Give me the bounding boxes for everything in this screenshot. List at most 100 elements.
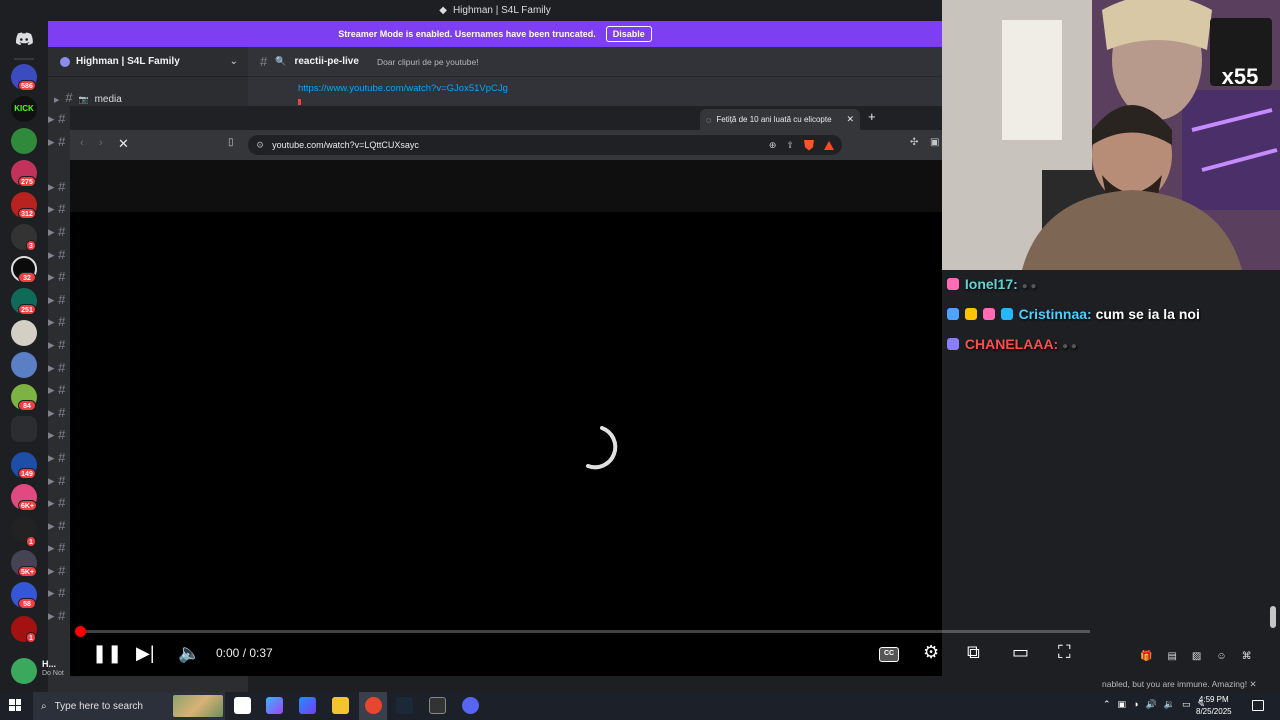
user-status: Do Not [42,670,64,677]
settings-icon[interactable]: ⚙ [923,642,939,663]
network-icon[interactable]: ▭ [1182,699,1191,710]
extensions-icon[interactable]: ✣ [910,137,918,148]
search-placeholder: Type here to search [54,700,143,712]
task-view-icon[interactable] [234,697,251,714]
back-icon[interactable]: ‹ [80,137,84,149]
user-panel[interactable]: H... Do Not [8,655,68,685]
mention-badge: 586 [18,80,36,91]
message-link[interactable]: https://www.youtube.com/watch?v=GJox51Vp… [298,83,508,94]
windows-taskbar: ⌕ Type here to search ⌃ ▣ ◑ 🔊 🔉 ▭ ✎ 4:59… [0,692,1280,720]
disable-streamer-mode-button[interactable]: Disable [605,26,652,42]
mention-badge: 3 [26,240,36,251]
address-bar[interactable]: ⚙ youtube.com/watch?v=LQttCUXsayc ⊕ ⇪ [248,135,842,155]
immune-notice: nabled, but you are immune. Amazing! ✕ [1102,679,1257,690]
chat-emote-icon: ● ● [1062,341,1077,352]
taskbar-search[interactable]: ⌕ Type here to search [33,692,225,720]
discord-taskbar-icon[interactable] [462,697,479,714]
brave-browser-icon[interactable] [365,697,382,714]
app-icon[interactable] [429,697,446,714]
chat-username: Ionel17: [964,276,1018,292]
copilot-icon[interactable] [266,697,283,714]
webcam-feed: x55 [942,0,1280,270]
gift-icon[interactable]: 🎁 [1140,651,1152,662]
chevron-up-icon[interactable]: ⌃ [1103,699,1111,710]
cube-badge-icon [1000,308,1013,320]
streamer-mode-text: Streamer Mode is enabled. Usernames have… [338,29,596,39]
notifications-icon[interactable] [1252,700,1264,711]
chat-scrollbar[interactable] [1270,606,1276,628]
brave-shields-icon[interactable] [804,139,814,151]
server-icon[interactable] [11,320,37,346]
mention-badge: 149 [18,468,36,479]
server-name: Highman | S4L Family [76,56,180,67]
discord-home-icon[interactable] [11,26,37,52]
clock-date: 8/25/2025 [1196,707,1232,716]
pause-icon[interactable]: ❚❚ [92,643,122,664]
url-text: youtube.com/watch?v=LQttCUXsayc [272,140,419,150]
browser-toolbar: ‹ › ✕ ▯ ⚙ youtube.com/watch?v=LQttCUXsay… [70,130,942,160]
sub-count: x55 [1222,64,1259,89]
share-icon[interactable]: ⇪ [786,140,794,151]
file-explorer-icon[interactable] [332,697,349,714]
app-icon[interactable] [299,697,316,714]
mention-badge: 5K+ [18,566,38,577]
stop-loading-icon[interactable]: ✕ [118,136,129,152]
clock-time: 4:59 PM [1198,695,1229,704]
channel-header: # 🔍 reactii-pe-live Doar clipuri de pe y… [248,47,942,77]
forward-icon[interactable]: › [99,137,103,149]
volume-icon[interactable]: 🔊 [1146,699,1157,710]
mention-badge: 251 [18,304,36,315]
browser-tab[interactable]: ◌ Fetiță de 10 ani luată cu elicopte ✕ [700,109,860,130]
chat-toolbar: 🎁 ▤ ▨ ☺ ⌘ [1140,651,1252,662]
speaker-icon[interactable]: 🔉 [1164,699,1175,710]
steam-icon[interactable] [396,697,413,714]
bookmark-icon[interactable]: ▯ [228,137,234,148]
volume-icon[interactable]: 🔈 [178,643,200,664]
chat-username: CHANELAAA: [964,336,1059,352]
loading-spinner-icon [586,426,618,470]
server-icon[interactable] [11,352,37,378]
stream-chat: Ionel17: ● ● Cristinnaa: cum se ia la no… [942,270,1280,670]
mention-badge: 312 [18,208,36,219]
close-icon[interactable]: ✕ [1249,679,1256,689]
screen: 586 KICK 275 312 3 32 251 84 149 6K+ 1 5… [0,0,1280,720]
mention-badge: 32 [18,272,36,283]
taskbar-clock[interactable]: 4:59 PM 8/25/2025 [1196,694,1232,718]
new-tab-button[interactable]: + [868,109,876,124]
chat-badge-icon [947,338,959,350]
server-badge-icon [60,56,70,67]
sticker-icon[interactable]: ▨ [1192,651,1201,662]
brave-rewards-icon[interactable] [824,140,834,150]
system-tray: ⌃ ▣ ◑ 🔊 🔉 ▭ ✎ [1103,699,1205,710]
close-tab-icon[interactable]: ✕ [846,114,854,125]
youtube-page-header [70,160,942,212]
search-highlight-image [173,695,223,717]
server-header[interactable]: Highman | S4L Family ⌄ [48,47,248,77]
mention-badge: 1 [26,632,36,643]
server-icon[interactable] [11,128,37,154]
channel-item-media[interactable]: ▶ # 📷 media [54,90,128,105]
game-icon[interactable]: ⌘ [1242,651,1252,662]
gif-icon[interactable]: ▤ [1167,651,1176,662]
site-info-icon[interactable]: ⚙ [256,140,264,151]
tab-strip: ◌ Fetiță de 10 ani luată cu elicopte ✕ + [70,106,942,130]
avatar[interactable] [11,658,37,684]
windows-start-icon[interactable] [9,699,21,711]
chat-username: Cristinnaa: [1018,306,1092,322]
message-area: https://www.youtube.com/watch?v=GJox51Vp… [248,77,942,107]
subtitles-icon[interactable]: CC [879,647,899,662]
streamer-mode-banner: Streamer Mode is enabled. Usernames have… [48,21,942,47]
next-video-icon[interactable]: ▶| [136,643,155,664]
zoom-icon[interactable]: ⊕ [769,140,777,151]
channel-item-label: media [94,94,122,105]
emoji-icon[interactable]: ☺ [1216,651,1226,662]
kick-server-icon[interactable]: KICK [11,96,37,122]
chat-message: CHANELAAA: ● ● [947,336,1077,352]
tray-app-icon[interactable]: ◑ [1133,699,1138,710]
tray-app-icon[interactable]: ▣ [1118,699,1127,710]
sidebar-icon[interactable]: ▣ [930,137,939,148]
progress-scrubber[interactable] [75,626,86,637]
chat-text: cum se ia la noi [1095,306,1200,322]
server-folder[interactable] [11,416,37,442]
video-progress-bar[interactable] [80,630,1090,633]
